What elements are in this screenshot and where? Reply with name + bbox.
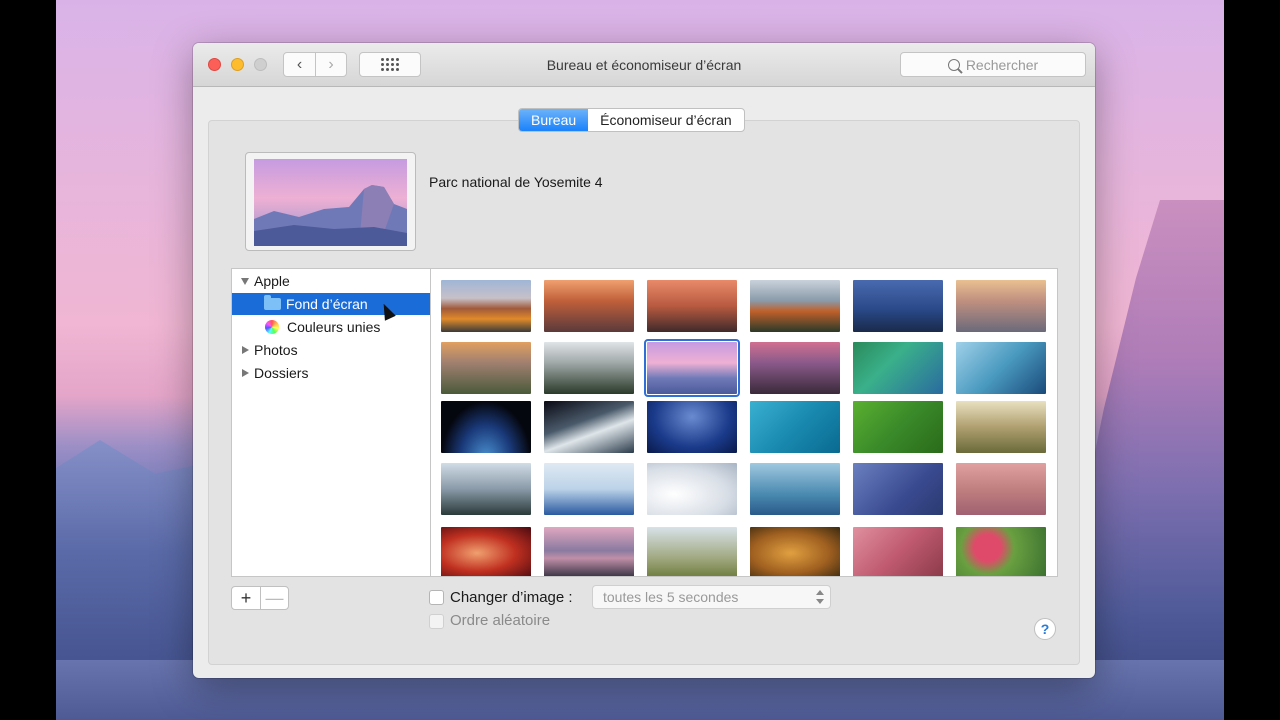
current-wallpaper-preview (245, 152, 416, 251)
sidebar-item-fond-ecran[interactable]: Fond d’écran (232, 293, 430, 315)
folder-icon (264, 295, 281, 310)
wallpaper-thumbnail-milky-way[interactable] (647, 401, 737, 453)
random-order-label: Ordre aléatoire (450, 612, 551, 629)
wallpaper-thumbnail-foggy-field[interactable] (956, 401, 1046, 453)
preferences-window: ‹ › Bureau et économiseur d’écran Recher… (193, 43, 1095, 678)
wallpaper-thumbnail-ice-cracks[interactable] (544, 463, 634, 515)
tab-control: Bureau Économiseur d’écran (518, 108, 745, 132)
search-placeholder: Rechercher (965, 56, 1039, 73)
minimize-window-button[interactable] (231, 58, 244, 71)
interval-value: toutes les 5 secondes (603, 589, 739, 605)
wallpaper-thumbnail-blue-rocks[interactable] (853, 463, 943, 515)
forward-button[interactable]: › (314, 53, 346, 76)
sidebar-item-label: Photos (254, 342, 298, 358)
wallpaper-thumbnail-lake-sunset[interactable] (750, 342, 840, 394)
wallpaper-gallery (430, 268, 1058, 577)
navigation-buttons: ‹ › (283, 52, 347, 77)
color-wheel-icon (265, 320, 279, 334)
wallpaper-thumbnail-half-dome-pink[interactable] (644, 339, 740, 397)
wallpaper-thumbnail-sierra-peaks[interactable] (544, 280, 634, 332)
grid-icon (381, 58, 399, 71)
close-window-button[interactable] (208, 58, 221, 71)
wallpaper-thumbnail-yosemite-night[interactable] (853, 280, 943, 332)
screen: ‹ › Bureau et économiseur d’écran Recher… (0, 0, 1280, 720)
wallpaper-thumbnail-el-capitan-sunset[interactable] (647, 280, 737, 332)
wallpaper-preview-image (254, 159, 407, 246)
wallpaper-thumbnail-antelope-canyon[interactable] (441, 527, 531, 576)
wallpaper-thumbnail-green-fields[interactable] (853, 401, 943, 453)
window-title: Bureau et économiseur d’écran (546, 57, 742, 73)
change-image-label: Changer d’image : (450, 589, 573, 606)
sidebar-item-label: Apple (254, 273, 290, 289)
wallpaper-thumbnail-pink-sand[interactable] (956, 463, 1046, 515)
help-button[interactable]: ? (1034, 618, 1056, 640)
interval-popup[interactable]: toutes les 5 secondes (592, 585, 831, 609)
random-order-checkbox[interactable] (429, 614, 444, 629)
remove-folder-button[interactable]: — (259, 587, 288, 609)
add-folder-button[interactable]: + (232, 587, 260, 609)
wallpaper-thumbnail-blue-trees[interactable] (750, 463, 840, 515)
sidebar-item-label: Dossiers (254, 365, 309, 381)
wallpaper-thumbnail-lake-mountain[interactable] (544, 527, 634, 576)
change-image-checkbox[interactable] (429, 590, 444, 605)
wallpaper-thumbnail-half-dome-dusk[interactable] (956, 280, 1046, 332)
add-remove-control: + — (231, 586, 289, 610)
sidebar-item-photos[interactable]: Photos (232, 339, 430, 361)
wallpaper-thumbnail-green-wave[interactable] (853, 342, 943, 394)
titlebar: ‹ › Bureau et économiseur d’écran Recher… (193, 43, 1095, 87)
wallpaper-thumbnail-poppies[interactable] (956, 527, 1046, 576)
sidebar-item-dossiers[interactable]: Dossiers (232, 362, 430, 384)
sidebar-item-label: Couleurs unies (287, 319, 381, 335)
wallpaper-name: Parc national de Yosemite 4 (429, 174, 603, 190)
wallpaper-thumbnail-yosemite-fog[interactable] (544, 342, 634, 394)
zoom-window-button[interactable] (254, 58, 267, 71)
show-all-button[interactable] (359, 52, 421, 77)
search-icon (947, 58, 960, 71)
disclosure-closed-icon[interactable] (242, 369, 249, 377)
wallpaper-thumbnail-misty-mountains[interactable] (441, 463, 531, 515)
tab-economiseur[interactable]: Économiseur d’écran (588, 109, 744, 131)
wallpaper-thumbnail-sierra-lake[interactable] (441, 280, 531, 332)
wallpaper-thumbnail-yosemite-valley[interactable] (441, 342, 531, 394)
sidebar-item-apple[interactable]: Apple (232, 270, 430, 292)
tab-bureau[interactable]: Bureau (519, 109, 589, 131)
wallpaper-thumbnail-earth-atmosphere[interactable] (544, 401, 634, 453)
sidebar-item-couleurs-unies[interactable]: Couleurs unies (232, 316, 430, 338)
wallpaper-thumbnail-elephant[interactable] (647, 527, 737, 576)
wallpaper-thumbnail-pink-grass[interactable] (853, 527, 943, 576)
wallpaper-thumbnail-snow-dunes[interactable] (647, 463, 737, 515)
wallpaper-thumbnail-el-capitan-clouds[interactable] (750, 280, 840, 332)
disclosure-closed-icon[interactable] (242, 346, 249, 354)
back-button[interactable]: ‹ (284, 53, 315, 76)
wallpaper-thumbnail-blue-wave[interactable] (956, 342, 1046, 394)
wallpaper-thumbnail-lion[interactable] (750, 527, 840, 576)
chevron-left-icon: ‹ (296, 55, 303, 73)
sidebar-item-label: Fond d’écran (286, 296, 368, 312)
wallpaper-thumbnail-blue-water[interactable] (750, 401, 840, 453)
search-field[interactable]: Rechercher (900, 52, 1086, 77)
disclosure-open-icon[interactable] (241, 277, 249, 285)
popup-arrows-icon (816, 590, 824, 604)
chevron-right-icon: › (328, 55, 334, 73)
source-list: Apple Fond d’écran Couleurs unies Photos… (231, 268, 430, 577)
wallpaper-thumbnail-earth-space[interactable] (441, 401, 531, 453)
